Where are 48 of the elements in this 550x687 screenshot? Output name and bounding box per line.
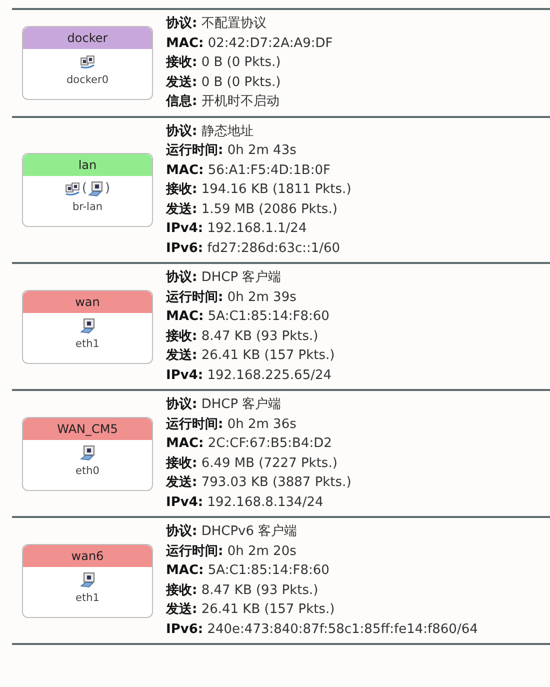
info-line: IPv4: 192.168.1.1/24 (166, 220, 308, 238)
info-line: 协议: 静态地址 (166, 122, 254, 140)
info-line: 运行时间: 0h 2m 36s (166, 416, 298, 434)
info-line: 接收: 0 B (0 Pkts.) (166, 54, 282, 72)
info-line: MAC: 5A:C1:85:14:F8:60 (166, 308, 330, 326)
interface-name: wan6 (23, 544, 152, 566)
network-port-icon (80, 318, 96, 334)
info-line: MAC: 02:42:D7:2A:A9:DF (166, 34, 333, 52)
info-line: 协议: DHCP 客户端 (166, 268, 282, 287)
info-line: 发送: 793.03 KB (3887 Pkts.) (166, 474, 352, 492)
bracket: ) (105, 180, 110, 198)
info-line: MAC: 5A:C1:85:14:F8:60 (166, 562, 330, 580)
interface-name: lan (23, 154, 152, 176)
info-line: 接收: 8.47 KB (93 Pkts.) (166, 582, 320, 600)
info-line: 发送: 0 B (0 Pkts.) (166, 74, 282, 92)
network-switch-icon (80, 54, 96, 70)
device-name: eth1 (76, 590, 100, 606)
info-line: 协议: 不配置协议 (166, 14, 268, 33)
bracket: ( (82, 180, 87, 198)
info-line: 运行时间: 0h 2m 39s (166, 288, 298, 306)
info-line: 发送: 26.41 KB (157 Pkts.) (166, 347, 335, 365)
info-line: 接收: 8.47 KB (93 Pkts.) (166, 328, 320, 346)
interface-name: wan (23, 290, 152, 312)
device-name: eth0 (76, 464, 100, 478)
info-line: 运行时间: 0h 2m 43s (166, 142, 298, 160)
network-port-icon (80, 444, 96, 460)
device-name: br-lan (72, 200, 103, 215)
info-line: 发送: 1.59 MB (2086 Pkts.) (166, 200, 338, 218)
network-port-icon (88, 180, 104, 197)
interface-name: docker (23, 26, 152, 49)
info-line: IPv4: 192.168.225.65/24 (166, 366, 333, 384)
device-name: eth1 (76, 336, 100, 352)
info-line: 接收: 6.49 MB (7227 Pkts.) (166, 454, 338, 472)
info-line: 协议: DHCP 客户端 (166, 396, 282, 414)
info-line: MAC: 56:A1:F5:4D:1B:0F (166, 162, 332, 180)
info-line: 协议: DHCPv6 客户端 (166, 522, 298, 541)
info-line: IPv6: fd27:286d:63c::1/60 (166, 240, 342, 258)
info-line: IPv4: 192.168.8.134/24 (166, 494, 324, 512)
info-line: IPv6: 240e:473:840:87f:58c1:85ff:fe14:f860/64 (166, 620, 478, 638)
device-name: docker0 (66, 72, 109, 88)
info-line: 运行时间: 0h 2m 20s (166, 542, 298, 560)
network-port-icon (80, 572, 96, 588)
info-line: 接收: 194.16 KB (1811 Pkts.) (166, 180, 352, 199)
info-line: 信息: 开机时不启动 (166, 93, 280, 111)
info-line: 发送: 26.41 KB (157 Pkts.) (166, 601, 336, 619)
interface-name: WAN_CM5 (23, 418, 152, 440)
network-switch-icon (64, 180, 81, 197)
info-line: MAC: 2C:CF:67:B5:B4:D2 (166, 435, 333, 453)
